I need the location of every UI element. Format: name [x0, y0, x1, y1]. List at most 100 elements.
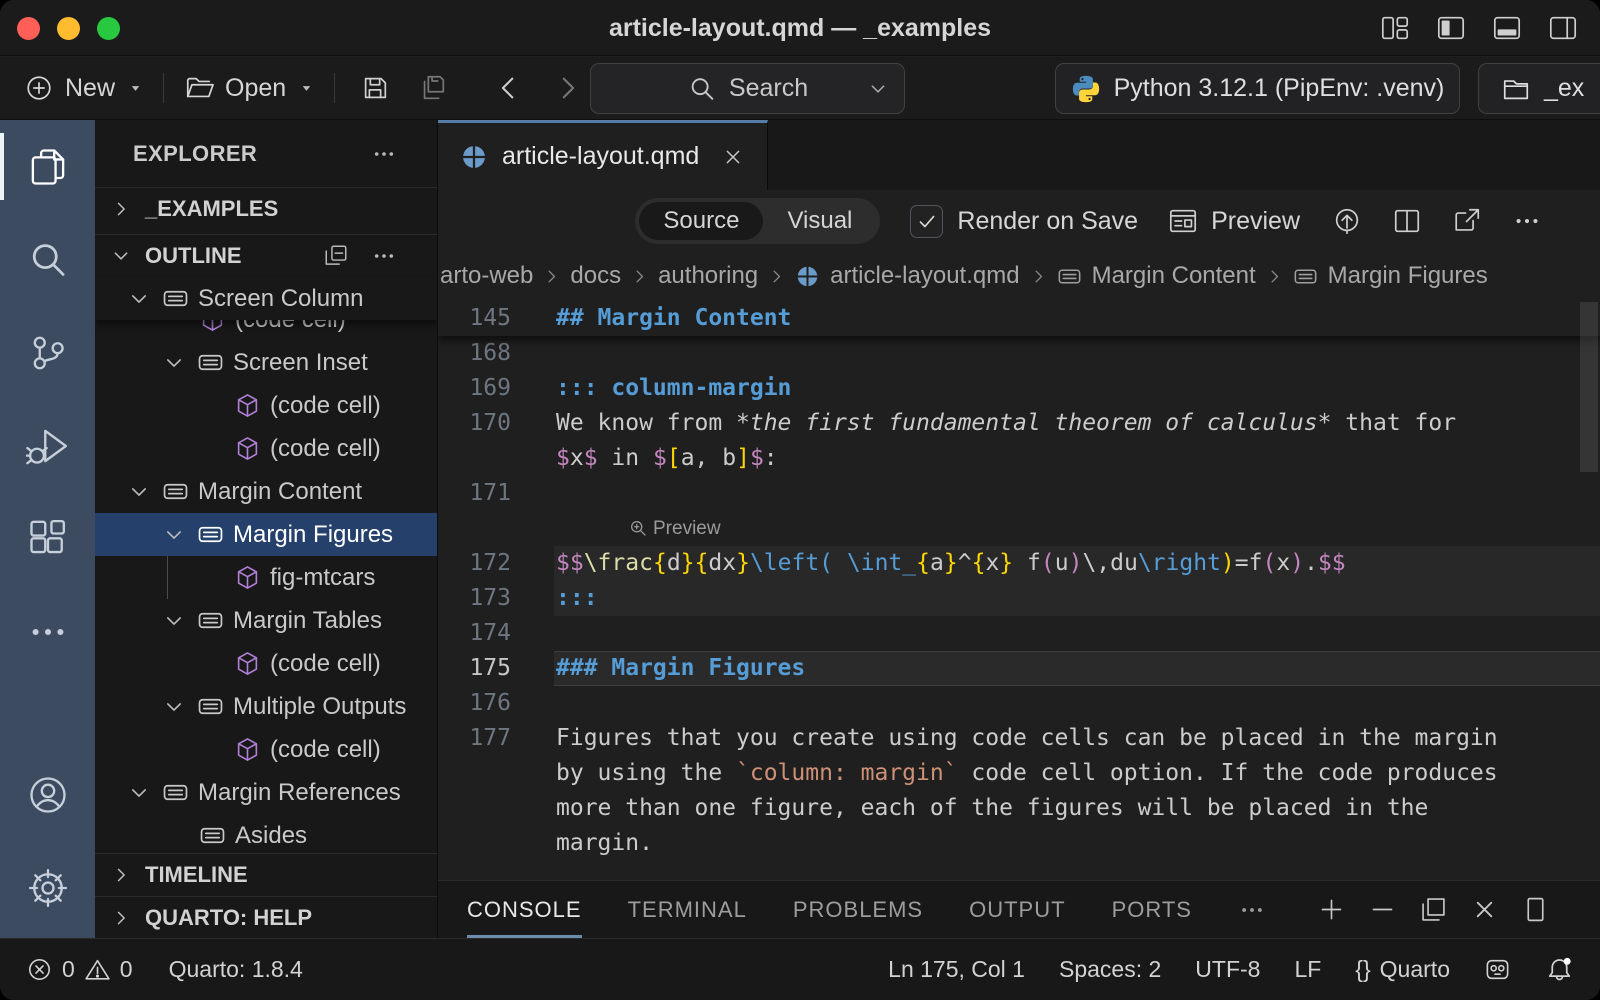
panel-restore-icon[interactable]: [1419, 895, 1448, 924]
breadcrumb-item-arto-web[interactable]: arto-web: [440, 262, 533, 290]
panel-add-icon[interactable]: [1317, 895, 1346, 924]
code-line-173[interactable]: 173:::: [438, 581, 1600, 616]
activity-debug[interactable]: [0, 399, 95, 492]
toggle-primary-sidebar-icon[interactable]: [1436, 13, 1466, 43]
indentation-status[interactable]: Spaces: 2: [1059, 956, 1161, 983]
feedback-button[interactable]: [1484, 956, 1511, 983]
visual-mode-button[interactable]: Visual: [763, 202, 876, 240]
render-on-save-checkbox[interactable]: [910, 205, 943, 238]
preview-codelens[interactable]: Preview: [629, 511, 721, 546]
outline-item-margin-references[interactable]: Margin References: [95, 771, 437, 814]
activity-source-control[interactable]: [0, 306, 95, 399]
outline-item-margin-figures[interactable]: Margin Figures: [95, 513, 437, 556]
breadcrumb-item-margin-content[interactable]: Margin Content: [1057, 262, 1256, 290]
activity-more[interactable]: [0, 585, 95, 678]
outline-item-multiple-outputs[interactable]: Multiple Outputs: [95, 685, 437, 728]
outline-item-code-cell[interactable]: (code cell): [95, 384, 437, 427]
outline-item-screen-inset[interactable]: Screen Inset: [95, 341, 437, 384]
interpreter-selector[interactable]: Python 3.12.1 (PipEnv: .venv): [1055, 63, 1460, 114]
encoding-status[interactable]: UTF-8: [1195, 956, 1260, 983]
breadcrumb-item-margin-figures[interactable]: Margin Figures: [1293, 262, 1488, 290]
editor-area: article-layout.qmd Source Visual Render …: [437, 120, 1600, 938]
code-line-175[interactable]: 175### Margin Figures: [438, 651, 1600, 686]
code-line-wrap[interactable]: by using the `column: margin` code cell …: [438, 756, 1600, 791]
panel-tab-console[interactable]: CONSOLE: [467, 881, 582, 938]
panel-tab-ports[interactable]: PORTS: [1112, 881, 1192, 938]
outline-item-asides[interactable]: Asides: [95, 814, 437, 857]
codelens-row[interactable]: Preview: [438, 511, 1600, 546]
chevron-down-icon[interactable]: [128, 481, 150, 503]
save-button[interactable]: [355, 68, 395, 108]
code-line-wrap[interactable]: more than one figure, each of the figure…: [438, 791, 1600, 826]
outline-item-code-cell[interactable]: (code cell): [95, 642, 437, 685]
activity-account[interactable]: [0, 748, 95, 841]
code-line-wrap[interactable]: $x$ in $[a, b]$:: [438, 441, 1600, 476]
panel-minimize-icon[interactable]: [1368, 895, 1397, 924]
quarto-version-status[interactable]: Quarto: 1.8.4: [169, 956, 303, 983]
code-line-177[interactable]: 177Figures that you create using code ce…: [438, 721, 1600, 756]
code-line-wrap[interactable]: margin.: [438, 826, 1600, 861]
sticky-scroll-line[interactable]: 145 ## Margin Content: [438, 300, 1600, 336]
toggle-secondary-sidebar-icon[interactable]: [1548, 13, 1578, 43]
tab-article-layout[interactable]: article-layout.qmd: [438, 120, 768, 190]
new-button[interactable]: New: [24, 73, 143, 103]
outline-item-margin-content[interactable]: Margin Content: [95, 470, 437, 513]
navigate-forward-button[interactable]: [547, 68, 587, 108]
activity-search[interactable]: [0, 213, 95, 306]
customize-layout-icon[interactable]: [1380, 13, 1410, 43]
navigate-back-button[interactable]: [489, 68, 529, 108]
code-line-168[interactable]: 168: [438, 336, 1600, 371]
panel-tab-output[interactable]: OUTPUT: [969, 881, 1065, 938]
split-editor-button[interactable]: [1390, 204, 1424, 238]
outline-item-screen-column[interactable]: Screen Column: [95, 277, 437, 320]
activity-extensions[interactable]: [0, 492, 95, 585]
close-icon[interactable]: [721, 145, 745, 169]
section-quarto-help[interactable]: QUARTO: HELP: [95, 896, 437, 938]
panel-maximize-panel-icon[interactable]: [1521, 895, 1550, 924]
problems-status[interactable]: 0 0: [26, 956, 133, 983]
publish-button[interactable]: [1330, 204, 1364, 238]
editor-scrollbar[interactable]: [1580, 302, 1598, 472]
code-line-169[interactable]: 169::: column-margin: [438, 371, 1600, 406]
language-mode-status[interactable]: {} Quarto: [1355, 956, 1450, 983]
outline-item-fig-mtcars[interactable]: fig-mtcars: [95, 556, 437, 599]
code-line-174[interactable]: 174: [438, 616, 1600, 651]
section-timeline[interactable]: TIMELINE: [95, 853, 437, 896]
chevron-down-icon[interactable]: [163, 696, 185, 718]
search-input[interactable]: Search: [590, 63, 905, 114]
toggle-panel-icon[interactable]: [1492, 13, 1522, 43]
source-mode-button[interactable]: Source: [639, 202, 763, 240]
save-all-button[interactable]: [413, 68, 453, 108]
cursor-position-status[interactable]: Ln 175, Col 1: [888, 956, 1025, 983]
code-line-170[interactable]: 170We know from *the first fundamental t…: [438, 406, 1600, 441]
outline-item-code-cell[interactable]: (code cell): [95, 728, 437, 771]
notifications-button[interactable]: [1545, 955, 1574, 984]
open-button[interactable]: Open: [184, 73, 314, 103]
chevron-down-icon[interactable]: [163, 352, 185, 374]
chevron-down-icon[interactable]: [163, 524, 185, 546]
chevron-down-icon[interactable]: [128, 782, 150, 804]
breadcrumb-item-docs[interactable]: docs: [570, 262, 621, 290]
activity-settings-gear[interactable]: [0, 841, 95, 934]
chevron-down-icon[interactable]: [163, 610, 185, 632]
code-line-176[interactable]: 176: [438, 686, 1600, 721]
breadcrumb-item-article-layout-qmd[interactable]: article-layout.qmd: [795, 262, 1019, 290]
code-line-172[interactable]: 172$$\frac{d}{dx}\left( \int_{a}^{x} f(u…: [438, 546, 1600, 581]
more-icon[interactable]: [1238, 896, 1266, 924]
outline-item-code-cell[interactable]: (code cell): [95, 427, 437, 470]
panel-close-icon[interactable]: [1470, 895, 1499, 924]
activity-files[interactable]: [0, 120, 95, 213]
outline-item-margin-tables[interactable]: Margin Tables: [95, 599, 437, 642]
panel-tab-terminal[interactable]: TERMINAL: [628, 881, 747, 938]
preview-button[interactable]: Preview: [1168, 206, 1300, 236]
open-external-button[interactable]: [1450, 204, 1484, 238]
eol-status[interactable]: LF: [1294, 956, 1321, 983]
more-button[interactable]: [1510, 204, 1544, 238]
chevron-down-icon[interactable]: [128, 288, 150, 310]
breadcrumb-item-authoring[interactable]: authoring: [658, 262, 758, 290]
code-editor[interactable]: 145 ## Margin Content 168169::: column-m…: [438, 300, 1600, 880]
workspace-button[interactable]: _ex: [1478, 63, 1600, 114]
render-on-save-toggle[interactable]: Render on Save: [910, 205, 1138, 238]
code-line-171[interactable]: 171: [438, 476, 1600, 511]
panel-tab-problems[interactable]: PROBLEMS: [793, 881, 923, 938]
